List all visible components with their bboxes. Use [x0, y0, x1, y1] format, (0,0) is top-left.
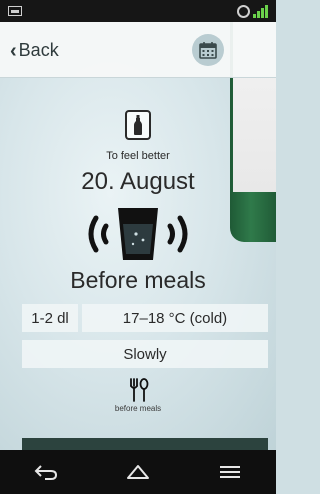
status-bar: [0, 0, 276, 22]
details-row: 1-2 dl 17–18 °C (cold): [22, 304, 268, 332]
screenshot-icon: [8, 6, 22, 16]
chevron-left-icon: ‹: [10, 39, 17, 62]
menu-icon: [220, 466, 240, 478]
meal-label: before meals: [114, 404, 162, 413]
nav-back-button[interactable]: [26, 458, 66, 486]
nav-home-button[interactable]: [118, 458, 158, 486]
nav-menu-button[interactable]: [210, 458, 250, 486]
app-screen: ‹ Back To feel better 20. August Before …: [0, 22, 276, 450]
fork-spoon-icon: [128, 378, 150, 402]
speed-row: Slowly: [22, 340, 268, 368]
back-button[interactable]: ‹ Back: [10, 40, 59, 61]
home-icon: [127, 465, 149, 479]
back-label: Back: [18, 40, 59, 60]
signal-icon: [253, 4, 268, 18]
amount-cell: 1-2 dl: [22, 304, 78, 332]
calendar-icon: [199, 42, 217, 59]
system-nav-bar: [0, 450, 276, 494]
speed-cell: Slowly: [22, 340, 268, 368]
status-icons: [237, 4, 268, 18]
back-arrow-icon: [34, 465, 58, 480]
timing-text: Before meals: [70, 267, 206, 293]
calendar-button[interactable]: [192, 34, 224, 66]
date-text: 20. August: [81, 168, 195, 195]
close-button[interactable]: CLOSE: [22, 438, 268, 450]
temperature-cell: 17–18 °C (cold): [82, 304, 268, 332]
bottle-icon: [125, 110, 151, 140]
alarm-icon: [237, 4, 250, 18]
glass-icon: [78, 204, 198, 264]
reason-text: To feel better: [106, 150, 170, 162]
top-bar: ‹ Back: [0, 22, 276, 78]
